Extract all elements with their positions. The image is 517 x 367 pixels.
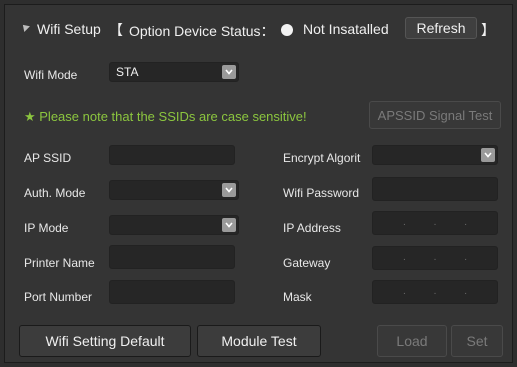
port-number-label: Port Number <box>24 290 93 304</box>
ip-dot: . <box>464 286 468 297</box>
chevron-down-icon[interactable] <box>222 65 236 79</box>
refresh-button[interactable]: Refresh <box>405 17 477 39</box>
chevron-down-icon[interactable] <box>222 183 236 197</box>
wifi-password-label: Wifi Password <box>283 186 360 200</box>
port-number-input[interactable] <box>109 280 235 304</box>
wifi-mode-value: STA <box>116 65 139 79</box>
wifi-mode-label: Wifi Mode <box>24 68 78 82</box>
ip-dot: . <box>464 252 468 263</box>
bracket-close: 】 <box>481 22 495 38</box>
ip-dot: . <box>402 252 406 263</box>
case-sensitive-note: ★ Please note that the SSIDs are case se… <box>24 109 307 124</box>
auth-mode-select[interactable] <box>109 180 239 200</box>
collapse-triangle-icon[interactable] <box>20 22 30 32</box>
apssid-signal-test-button[interactable]: APSSID Signal Test <box>369 101 501 129</box>
status-value: Not Insatalled <box>303 21 389 37</box>
wifi-mode-select[interactable]: STA <box>109 62 239 82</box>
ip-address-label: IP Address <box>283 221 341 235</box>
encrypt-label: Encrypt Algorit <box>283 151 361 165</box>
wifi-setting-default-button[interactable]: Wifi Setting Default <box>19 325 191 357</box>
panel-title: Wifi Setup <box>37 21 101 37</box>
status-label: Option Device Status： <box>129 23 275 39</box>
ip-dot: . <box>433 217 437 228</box>
auth-mode-label: Auth. Mode <box>24 186 86 200</box>
module-test-button[interactable]: Module Test <box>197 325 321 357</box>
wifi-password-input[interactable] <box>372 177 498 201</box>
ip-dot: . <box>433 286 437 297</box>
wifi-setup-panel: Wifi Setup 【 Option Device Status： Not I… <box>4 4 513 363</box>
gateway-input[interactable]: . . . <box>372 246 498 270</box>
chevron-down-icon[interactable] <box>222 218 236 232</box>
ip-address-input[interactable]: . . . <box>372 211 498 235</box>
ip-mode-label: IP Mode <box>24 221 69 235</box>
chevron-down-icon[interactable] <box>481 148 495 162</box>
mask-label: Mask <box>283 290 312 304</box>
ip-dot: . <box>433 252 437 263</box>
printer-name-input[interactable] <box>109 245 235 269</box>
set-button[interactable]: Set <box>451 325 503 357</box>
encrypt-select[interactable] <box>372 145 498 165</box>
ip-dot: . <box>402 286 406 297</box>
ip-dot: . <box>402 217 406 228</box>
bracket-open: 【 <box>109 22 123 38</box>
load-button[interactable]: Load <box>377 325 447 357</box>
ip-dot: . <box>464 217 468 228</box>
ap-ssid-input[interactable] <box>109 145 235 165</box>
status-dot-icon <box>281 24 293 36</box>
ap-ssid-label: AP SSID <box>24 151 72 165</box>
mask-input[interactable]: . . . <box>372 280 498 304</box>
ip-mode-select[interactable] <box>109 215 239 235</box>
gateway-label: Gateway <box>283 256 331 270</box>
printer-name-label: Printer Name <box>24 256 95 270</box>
